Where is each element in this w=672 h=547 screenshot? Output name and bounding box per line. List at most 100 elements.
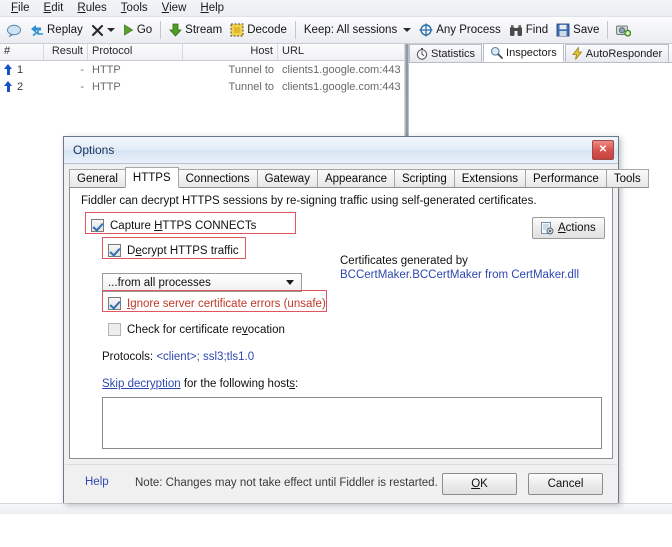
capture-connects-label: Capture HTTPS CONNECTs xyxy=(110,219,257,232)
keep-sessions-dropdown[interactable]: Keep: All sessions xyxy=(300,22,415,38)
target-crosshair-icon xyxy=(419,23,433,37)
tab-inspectors-label: Inspectors xyxy=(506,46,557,59)
session-number: 1 xyxy=(17,63,24,76)
keep-sessions-label: Keep: All sessions xyxy=(303,24,398,36)
replay-button[interactable]: Replay xyxy=(26,22,87,39)
table-row[interactable]: 1 - HTTP Tunnel to clients1.google.com:4… xyxy=(0,61,404,78)
options-dialog[interactable]: Options ✕ General HTTPS Connections Gate… xyxy=(63,136,649,503)
tab-gateway[interactable]: Gateway xyxy=(256,169,318,188)
skip-decryption-text: for the following hosts: xyxy=(180,378,299,390)
binoculars-icon xyxy=(509,24,523,37)
decode-icon xyxy=(230,23,244,37)
chevron-down-icon[interactable] xyxy=(106,27,115,33)
menu-bar: File Edit Rules Tools View Help xyxy=(0,0,672,17)
cancel-button[interactable]: Cancel xyxy=(528,473,603,495)
tab-appearance[interactable]: Appearance xyxy=(316,169,395,188)
https-description: Fiddler can decrypt HTTPS sessions by re… xyxy=(81,195,537,207)
tab-scripting[interactable]: Scripting xyxy=(393,169,455,188)
menu-item-rules[interactable]: Rules xyxy=(70,1,113,15)
dialog-footer: Help Note: Changes may not take effect u… xyxy=(65,464,617,501)
decode-label: Decode xyxy=(247,24,287,36)
replay-label: Replay xyxy=(47,24,83,36)
check-revocation-checkbox[interactable] xyxy=(108,323,121,336)
column-header-number[interactable]: # xyxy=(0,44,44,60)
right-panel-tabstrip: Statistics Inspectors AutoResponder xyxy=(409,43,672,63)
dialog-title-bar[interactable]: Options ✕ xyxy=(64,137,618,164)
find-button[interactable]: Find xyxy=(505,22,552,39)
remove-button[interactable] xyxy=(87,22,119,39)
comment-bubble-icon xyxy=(7,24,22,38)
decrypt-traffic-checkbox[interactable] xyxy=(108,244,121,257)
actions-button[interactable]: Actions xyxy=(532,217,605,239)
camera-icon xyxy=(616,23,632,37)
protocols-value[interactable]: <client>; ssl3;tls1.0 xyxy=(156,351,254,363)
certificates-line1: Certificates generated by xyxy=(340,255,468,267)
comment-button[interactable] xyxy=(3,22,26,39)
decrypt-traffic-row[interactable]: Decrypt HTTPS traffic xyxy=(108,244,239,257)
check-revocation-row[interactable]: Check for certificate revocation xyxy=(108,323,285,336)
dialog-tabstrip: General HTTPS Connections Gateway Appear… xyxy=(69,167,649,188)
tab-connections[interactable]: Connections xyxy=(177,169,258,188)
menu-item-file[interactable]: File xyxy=(4,1,37,15)
tab-https[interactable]: HTTPS xyxy=(124,167,179,188)
capture-button[interactable] xyxy=(612,21,635,39)
skip-decryption-row: Skip decryption for the following hosts: xyxy=(102,378,298,390)
session-host-cell: Tunnel to xyxy=(228,80,274,93)
replay-icon xyxy=(30,24,44,37)
certificates-line2[interactable]: BCCertMaker.BCCertMaker from CertMaker.d… xyxy=(340,268,579,282)
session-number: 2 xyxy=(17,80,24,93)
save-button[interactable]: Save xyxy=(552,21,603,39)
tab-inspectors[interactable]: Inspectors xyxy=(483,43,564,62)
main-toolbar: Replay Go Stream Decode Keep: All sessio… xyxy=(0,17,672,44)
stream-button[interactable]: Stream xyxy=(165,21,226,39)
decode-button[interactable]: Decode xyxy=(226,21,291,39)
session-protocol-cell: HTTP xyxy=(92,63,121,76)
protocols-row: Protocols: <client>; ssl3;tls1.0 xyxy=(102,351,254,363)
session-result-cell: - xyxy=(80,80,84,93)
close-icon[interactable]: ✕ xyxy=(592,140,614,160)
go-button[interactable]: Go xyxy=(119,22,156,38)
tab-general[interactable]: General xyxy=(69,169,126,188)
stream-green-arrow-icon xyxy=(169,23,183,37)
menu-item-view[interactable]: View xyxy=(155,1,194,15)
session-host-cell: Tunnel to xyxy=(228,63,274,76)
any-process-button[interactable]: Any Process xyxy=(415,21,505,39)
tab-tools[interactable]: Tools xyxy=(605,169,649,188)
table-row[interactable]: 2 - HTTP Tunnel to clients1.google.com:4… xyxy=(0,78,404,95)
fiddler-window: File Edit Rules Tools View Help Replay G… xyxy=(0,0,672,547)
column-header-result[interactable]: Result xyxy=(44,44,88,60)
column-header-host[interactable]: Host xyxy=(183,44,278,60)
magnifier-icon xyxy=(490,46,503,59)
dialog-body: General HTTPS Connections Gateway Appear… xyxy=(64,164,649,503)
process-filter-dropdown[interactable]: ...from all processes xyxy=(102,273,302,292)
skip-decryption-hosts-input[interactable] xyxy=(102,397,602,449)
ignore-cert-errors-row[interactable]: Ignore server certificate errors (unsafe… xyxy=(108,297,326,310)
column-header-url[interactable]: URL xyxy=(278,44,404,60)
session-protocol-cell: HTTP xyxy=(92,80,121,93)
menu-item-tools[interactable]: Tools xyxy=(114,1,155,15)
toolbar-separator-3 xyxy=(607,21,609,39)
any-process-label: Any Process xyxy=(436,24,501,36)
tab-performance[interactable]: Performance xyxy=(525,169,607,188)
tab-extensions[interactable]: Extensions xyxy=(453,169,526,188)
skip-decryption-link[interactable]: Skip decryption xyxy=(102,378,181,390)
menu-item-help[interactable]: Help xyxy=(193,1,231,15)
stream-label: Stream xyxy=(185,24,223,36)
protocols-label: Protocols: xyxy=(102,351,157,363)
tab-statistics[interactable]: Statistics xyxy=(409,44,483,62)
ok-button[interactable]: OK xyxy=(442,473,517,495)
go-label: Go xyxy=(136,24,153,36)
menu-item-edit[interactable]: Edit xyxy=(37,1,71,15)
certificate-gear-icon xyxy=(541,221,554,235)
ignore-cert-errors-label: Ignore server certificate errors (unsafe… xyxy=(127,297,326,310)
chevron-down-icon[interactable] xyxy=(403,27,412,33)
help-link[interactable]: Help xyxy=(85,476,109,488)
session-result-cell: - xyxy=(80,63,84,76)
tab-autoresponder[interactable]: AutoResponder xyxy=(564,44,670,62)
ignore-cert-errors-checkbox[interactable] xyxy=(108,297,121,310)
capture-connects-checkbox[interactable] xyxy=(91,219,104,232)
session-number-cell: 2 xyxy=(0,81,44,93)
capture-connects-row[interactable]: Capture HTTPS CONNECTs xyxy=(91,219,256,232)
certificates-info: Certificates generated by BCCertMaker.BC… xyxy=(340,254,579,282)
column-header-protocol[interactable]: Protocol xyxy=(88,44,183,60)
